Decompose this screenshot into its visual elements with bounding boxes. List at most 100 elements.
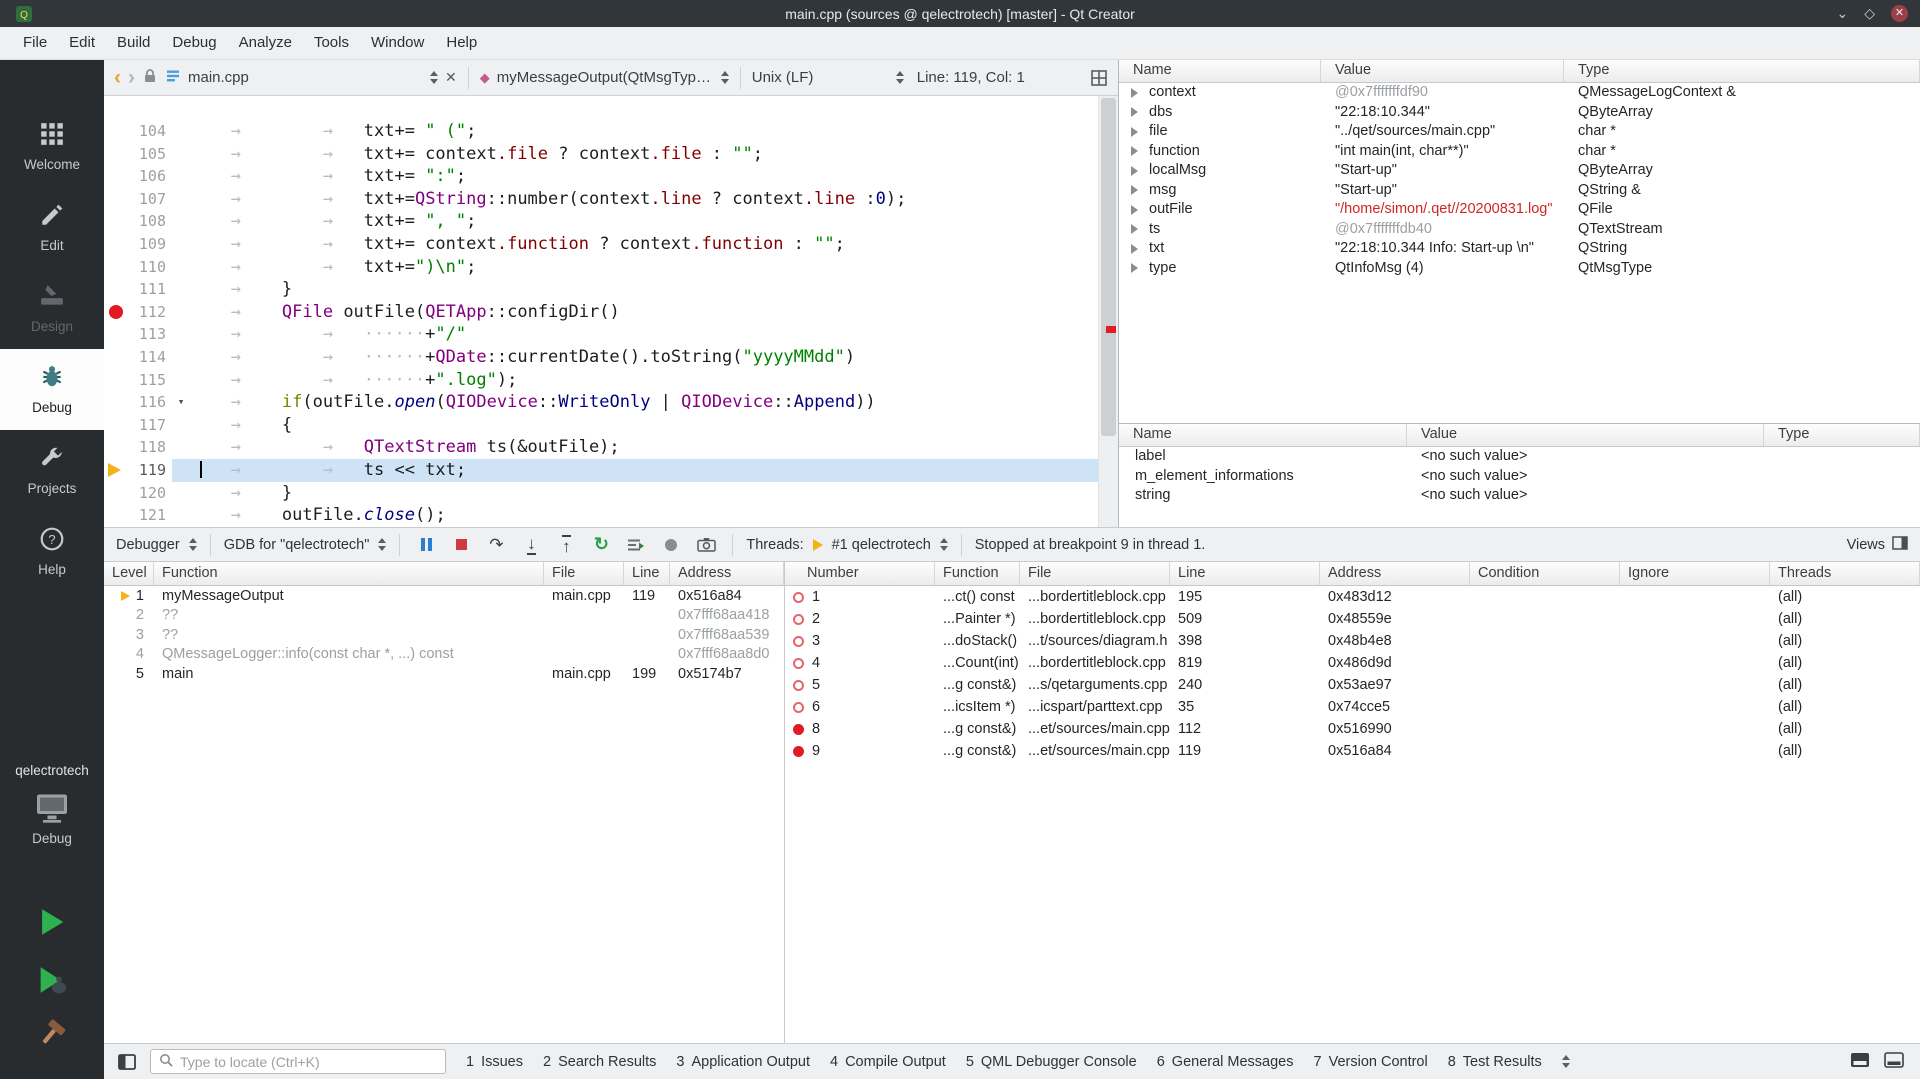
breakpoint-icon[interactable]: [793, 702, 804, 713]
line-number[interactable]: 111: [128, 278, 172, 301]
breakpoint-gutter[interactable]: [104, 459, 128, 482]
breakpoint-icon[interactable]: [793, 658, 804, 669]
step-over-icon[interactable]: ↷: [483, 533, 509, 557]
pane-application-output[interactable]: 3Application Output: [666, 1050, 820, 1074]
line-number[interactable]: 108: [128, 210, 172, 233]
breakpoint-gutter[interactable]: [104, 143, 128, 166]
record-icon[interactable]: [658, 533, 684, 557]
expand-icon[interactable]: [1131, 107, 1138, 117]
expand-icon[interactable]: [1131, 127, 1138, 137]
symbol-dropdown[interactable]: myMessageOutput(QtMsgTyp…: [497, 69, 729, 86]
debugger-dropdown-arrows-icon[interactable]: [189, 538, 197, 551]
column-name[interactable]: Name: [1119, 60, 1321, 82]
scrollbar-handle[interactable]: [1101, 98, 1116, 436]
pane-arrows-icon[interactable]: [1562, 1055, 1570, 1068]
restart-icon[interactable]: ↻: [588, 533, 614, 557]
encoding-dropdown[interactable]: Unix (LF): [752, 69, 904, 86]
breakpoint-icon[interactable]: [793, 592, 804, 603]
stop-debugger-icon[interactable]: [448, 533, 474, 557]
column-level[interactable]: Level: [104, 562, 154, 585]
breakpoint-gutter[interactable]: [104, 301, 128, 324]
breakpoint-icon[interactable]: [793, 724, 804, 735]
line-number[interactable]: 119: [128, 459, 172, 482]
code-text[interactable]: → {: [190, 414, 1098, 437]
column-address[interactable]: Address: [1320, 562, 1470, 585]
breakpoint-icon[interactable]: [793, 636, 804, 647]
watch-row[interactable]: file"../qet/sources/main.cpp"char *: [1119, 122, 1920, 142]
expand-icon[interactable]: [1131, 146, 1138, 156]
locator-input[interactable]: [180, 1054, 437, 1070]
close-icon[interactable]: ✕: [1891, 5, 1908, 22]
expand-icon[interactable]: [1131, 166, 1138, 176]
build-button[interactable]: [37, 1018, 67, 1048]
column-type[interactable]: Type: [1764, 424, 1920, 446]
code-text[interactable]: → → ······+".log");: [190, 369, 1098, 392]
stack-row[interactable]: 3??0x7fff68aa539: [104, 625, 784, 645]
sidebar-item-projects[interactable]: Projects: [0, 430, 104, 511]
breakpoint-gutter[interactable]: [104, 436, 128, 459]
code-text[interactable]: → QFile outFile(QETApp::configDir(): [190, 301, 1098, 324]
expand-icon[interactable]: [1131, 185, 1138, 195]
code-text[interactable]: → → txt+=QString::number(context.line ? …: [190, 188, 1098, 211]
kit-selector[interactable]: Debug: [0, 790, 104, 846]
menu-help[interactable]: Help: [435, 27, 488, 59]
code-text[interactable]: → if(outFile.open(QIODevice::WriteOnly |…: [190, 391, 1098, 414]
thread-dropdown-arrows-icon[interactable]: [940, 538, 948, 551]
expand-icon[interactable]: [1131, 88, 1138, 98]
breakpoint-row[interactable]: 4...Count(int)...bordertitleblock.cpp819…: [785, 652, 1920, 674]
watch-row[interactable]: ts@0x7fffffffdb40QTextStream: [1119, 220, 1920, 240]
menu-build[interactable]: Build: [106, 27, 161, 59]
pane-issues[interactable]: 1Issues: [456, 1050, 533, 1074]
watch-row[interactable]: context@0x7fffffffdf90QMessageLogContext…: [1119, 83, 1920, 103]
forward-icon[interactable]: ›: [128, 67, 135, 88]
watch-row[interactable]: label<no such value>: [1119, 447, 1920, 467]
column-number[interactable]: Number: [785, 562, 935, 585]
sidebar-item-debug[interactable]: Debug: [0, 349, 104, 430]
breakpoint-gutter[interactable]: [104, 391, 128, 414]
column-value[interactable]: Value: [1321, 60, 1564, 82]
breakpoint-gutter[interactable]: [104, 120, 128, 143]
column-function[interactable]: Function: [935, 562, 1020, 585]
breakpoint-row[interactable]: 5...g const&)...s/qetarguments.cpp2400x5…: [785, 674, 1920, 696]
engine-dropdown-arrows-icon[interactable]: [378, 538, 386, 551]
code-text[interactable]: → → txt+= " (";: [190, 120, 1098, 143]
watch-row[interactable]: function"int main(int, char**)"char *: [1119, 142, 1920, 162]
menu-file[interactable]: File: [12, 27, 58, 59]
line-number[interactable]: 109: [128, 233, 172, 256]
watch-row[interactable]: dbs"22:18:10.344"QByteArray: [1119, 103, 1920, 123]
code-editor[interactable]: 104 → → txt+= " (";105 → → txt+= context…: [104, 96, 1118, 527]
locator-box[interactable]: [150, 1049, 446, 1074]
line-number[interactable]: 112: [128, 301, 172, 324]
watch-row[interactable]: msg"Start-up"QString &: [1119, 181, 1920, 201]
line-number[interactable]: 120: [128, 482, 172, 505]
breakpoint-row[interactable]: 8...g const&)...et/sources/main.cpp1120x…: [785, 718, 1920, 740]
breakpoint-gutter[interactable]: [104, 346, 128, 369]
column-line[interactable]: Line: [624, 562, 670, 585]
breakpoint-marker[interactable]: [109, 305, 123, 319]
stack-row[interactable]: 5mainmain.cpp1990x5174b7: [104, 664, 784, 684]
watch-row[interactable]: typeQtInfoMsg (4)QtMsgType: [1119, 259, 1920, 279]
breakpoint-row[interactable]: 6...icsItem *)...icspart/parttext.cpp350…: [785, 696, 1920, 718]
shade-icon[interactable]: ⌄: [1836, 5, 1848, 22]
breakpoint-gutter[interactable]: [104, 233, 128, 256]
line-number[interactable]: 116: [128, 391, 172, 414]
watch-row[interactable]: txt"22:18:10.344 Info: Start-up \n"QStri…: [1119, 239, 1920, 259]
code-text[interactable]: → → QTextStream ts(&outFile);: [190, 436, 1098, 459]
line-number[interactable]: 113: [128, 323, 172, 346]
breakpoint-gutter[interactable]: [104, 414, 128, 437]
fold-marker-icon[interactable]: ▾: [178, 395, 185, 408]
column-file[interactable]: File: [1020, 562, 1170, 585]
column-type[interactable]: Type: [1564, 60, 1920, 82]
code-text[interactable]: → → txt+= context.file ? context.file : …: [190, 143, 1098, 166]
continue-icon[interactable]: [413, 533, 439, 557]
code-text[interactable]: → outFile.close();: [190, 504, 1098, 527]
debug-run-button[interactable]: [35, 963, 69, 997]
code-text[interactable]: → → txt+= ":";: [190, 165, 1098, 188]
menu-analyze[interactable]: Analyze: [228, 27, 303, 59]
sidebar-item-design[interactable]: Design: [0, 268, 104, 349]
breakpoint-gutter[interactable]: [104, 504, 128, 527]
breakpoint-row[interactable]: 1...ct() const...bordertitleblock.cpp195…: [785, 586, 1920, 608]
menu-debug[interactable]: Debug: [161, 27, 227, 59]
column-condition[interactable]: Condition: [1470, 562, 1620, 585]
line-number[interactable]: 114: [128, 346, 172, 369]
